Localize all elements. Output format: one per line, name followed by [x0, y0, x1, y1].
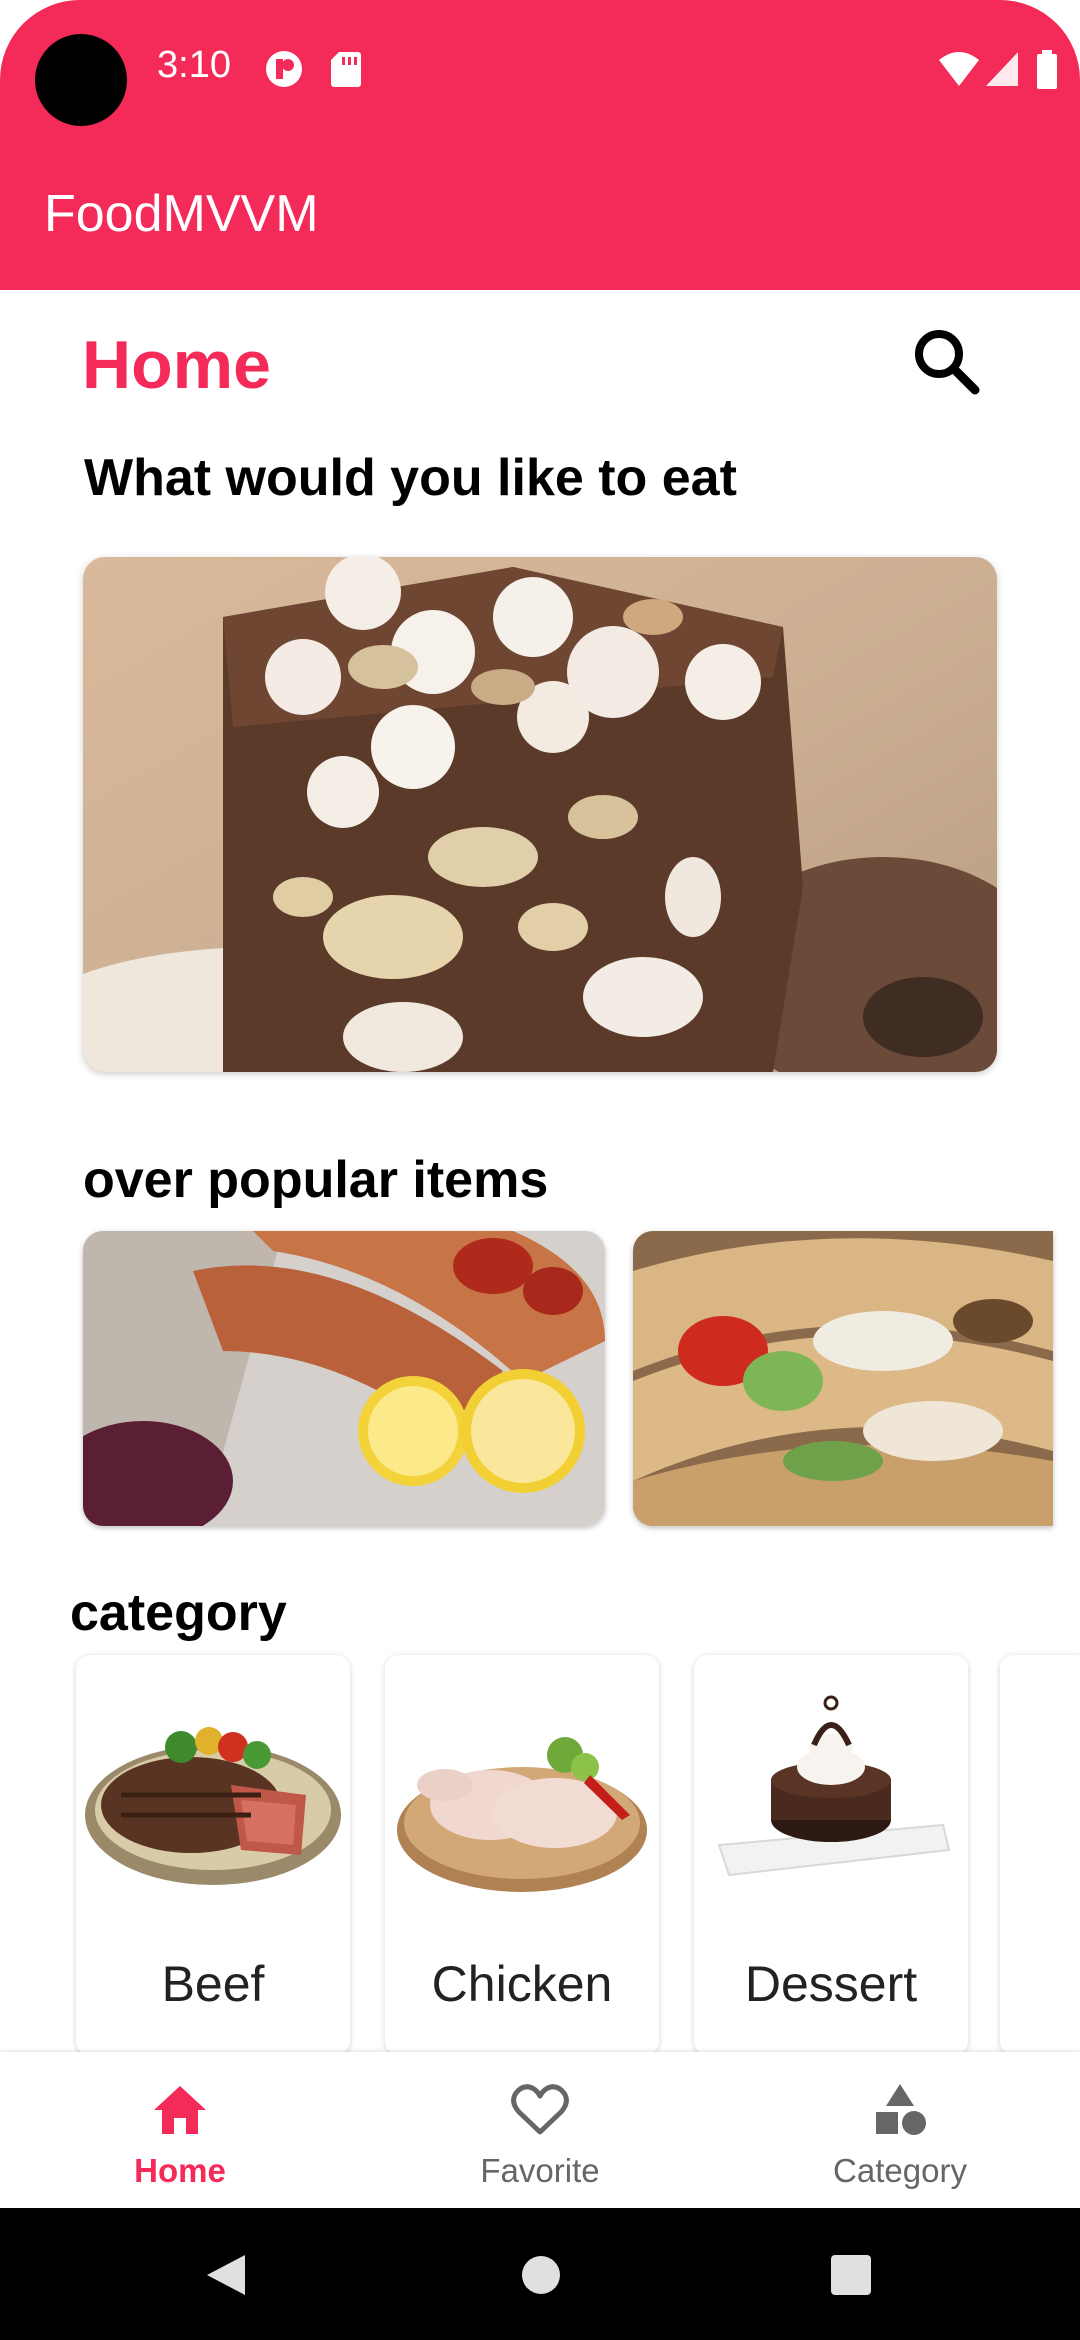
sd-card-icon — [331, 52, 361, 87]
category-label: Dessert — [744, 1956, 918, 2012]
nav-home-label: Home — [134, 2152, 226, 2189]
category-label: Beef — [161, 1956, 265, 2012]
notification-app-icon — [266, 51, 302, 87]
cell-signal-icon — [986, 52, 1018, 86]
app-title: FoodMVVM — [44, 185, 319, 243]
heart-icon — [511, 2084, 569, 2135]
shapes-icon — [876, 2084, 926, 2135]
search-button[interactable] — [905, 320, 985, 400]
app-bar: FoodMVVM — [0, 140, 1080, 290]
category-card-partial[interactable] — [1000, 1655, 1080, 2055]
featured-meal-image[interactable] — [83, 557, 997, 1072]
category-card-chicken[interactable]: Chicken — [385, 1655, 659, 2055]
system-navigation-bar — [0, 2208, 1080, 2340]
category-section-title: category — [70, 1584, 287, 1642]
category-card-beef[interactable]: Beef — [76, 1655, 350, 2055]
nav-favorite-label: Favorite — [480, 2152, 600, 2189]
beef-steak-image — [85, 1727, 341, 1885]
chicken-image — [397, 1737, 647, 1892]
prompt-text: What would you like to eat — [84, 449, 737, 507]
category-card-dessert[interactable]: Dessert — [694, 1655, 968, 2055]
popular-item-card[interactable] — [83, 1231, 605, 1526]
category-label: Chicken — [431, 1956, 613, 2012]
nav-home[interactable]: Home — [0, 2052, 360, 2208]
recents-icon[interactable] — [830, 2254, 872, 2296]
nav-category-label: Category — [833, 2152, 967, 2189]
back-icon[interactable] — [205, 2253, 247, 2297]
battery-icon — [1037, 50, 1057, 89]
page-title: Home — [82, 327, 271, 403]
status-bar: 3:10 — [0, 0, 1080, 140]
status-time: 3:10 — [157, 44, 231, 86]
search-icon — [915, 330, 980, 395]
camera-cutout — [35, 34, 127, 126]
home-icon — [154, 2086, 206, 2134]
bottom-navigation: Home Favorite Category — [0, 2052, 1080, 2208]
popular-section-title: over popular items — [83, 1151, 549, 1209]
nav-favorite[interactable]: Favorite — [360, 2052, 720, 2208]
nav-category[interactable]: Category — [720, 2052, 1080, 2208]
wifi-icon — [939, 52, 979, 86]
dessert-image — [717, 1695, 951, 1877]
home-circle-icon[interactable] — [521, 2255, 561, 2295]
popular-item-card[interactable] — [633, 1231, 1053, 1526]
